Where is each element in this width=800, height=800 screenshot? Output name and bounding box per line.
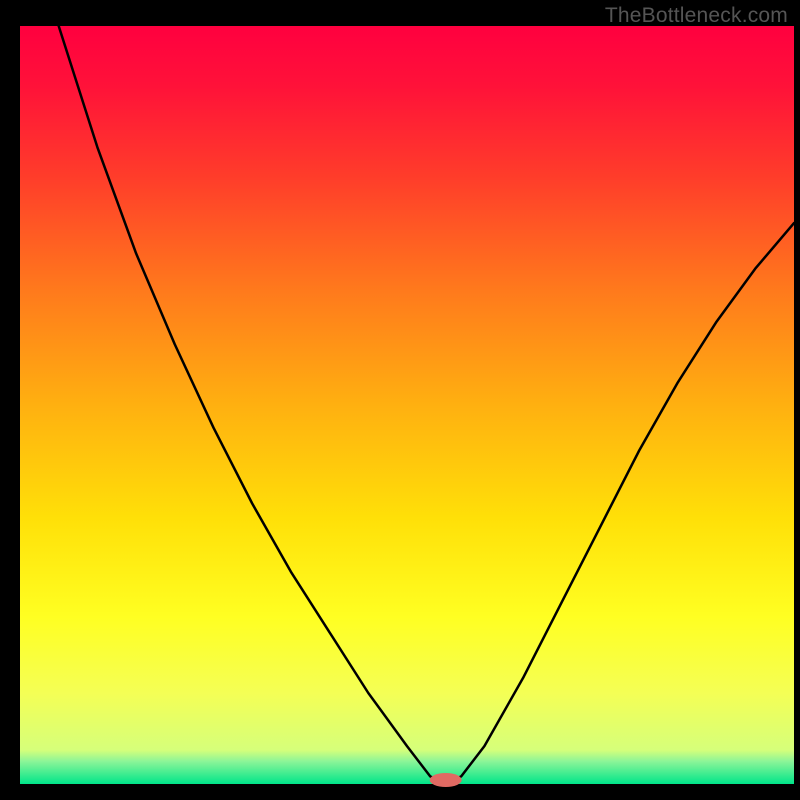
chart-canvas: TheBottleneck.com [0,0,800,800]
watermark-text: TheBottleneck.com [605,4,788,28]
optimal-point-marker [430,773,462,787]
bottleneck-curve [20,0,794,784]
plot-overlay [0,0,800,800]
